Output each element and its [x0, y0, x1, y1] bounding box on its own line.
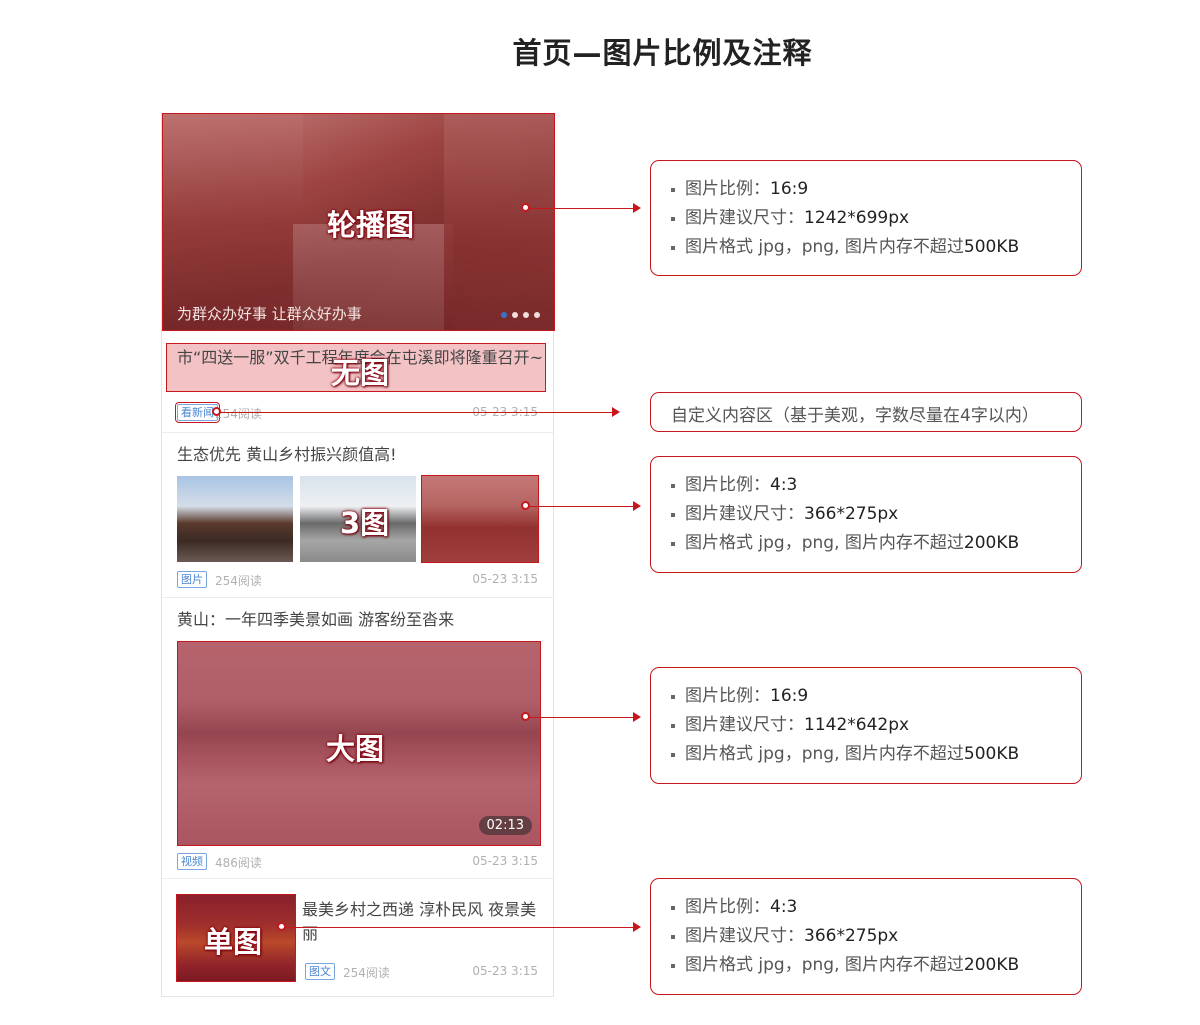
article-meta: 图文 254阅读 05-23 3:15 [305, 963, 538, 981]
spec-value: 4:3 [770, 897, 798, 917]
spec-value: 16:9 [770, 686, 809, 706]
connector-line [217, 412, 613, 413]
news-feed: 轮播图 为群众办好事 让群众好办事 市“四送一服”双千工程年度会在屯溪即将隆重召… [161, 113, 555, 997]
article-meta: 看新闻 254阅读 05-23 3:15 [175, 402, 538, 423]
carousel-dot[interactable] [501, 312, 507, 318]
article-thumbnail [177, 476, 293, 562]
carousel-dot[interactable] [534, 312, 540, 318]
spec-value: 500KB [963, 744, 1020, 764]
spec-value: 4:3 [770, 475, 798, 495]
spec-ratio: 图片比例：4:3 [669, 893, 1019, 922]
article-meta: 视频 486阅读 05-23 3:15 [177, 853, 538, 871]
connector-line [526, 506, 634, 507]
publish-time: 05-23 3:15 [472, 964, 538, 978]
anchor-dot [277, 922, 286, 931]
carousel-overlay-label: 轮播图 [327, 208, 415, 242]
custom-area-note: 自定义内容区（基于美观，字数尽量在4字以内） [671, 406, 1039, 426]
article-no-image[interactable]: 市“四送一服”双千工程年度会在屯溪即将隆重召开~ 无图 看新闻 254阅读 05… [162, 331, 553, 433]
article-big-image[interactable]: 黄山：一年四季美景如画 游客纷至沓来 02:13 大图 视频 486阅读 05-… [162, 598, 553, 879]
article-tag: 视频 [177, 853, 207, 870]
connector-line [282, 927, 634, 928]
annotation-big-image: 图片比例：16:9 图片建议尺寸：1142*642px 图片格式 jpg，png… [650, 667, 1082, 784]
arrow-head [633, 922, 641, 932]
no-image-overlay-label: 无图 [331, 356, 390, 390]
read-count: 254阅读 [343, 966, 390, 980]
spec-format: 图片格式 jpg，png, 图片内存不超过500KB [669, 233, 1019, 262]
arrow-head [633, 501, 641, 511]
article-tag: 图片 [177, 571, 207, 588]
spec-value: 366*275px [804, 504, 899, 524]
article-single-image[interactable]: 单图 最美乡村之西递 淳朴民风 夜景美丽 图文 254阅读 05-23 3:15 [162, 879, 553, 997]
carousel-dot[interactable] [512, 312, 518, 318]
spec-list: 图片比例：4:3 图片建议尺寸：366*275px 图片格式 jpg，png, … [669, 893, 1019, 980]
page-title: 首页—图片比例及注释 [512, 36, 813, 70]
spec-size: 图片建议尺寸：366*275px [669, 922, 1019, 951]
connector-line [526, 717, 634, 718]
spec-size: 图片建议尺寸：1242*699px [669, 204, 1019, 233]
spec-value: 16:9 [770, 179, 809, 199]
spec-value: 366*275px [804, 926, 899, 946]
big-image-overlay-label: 大图 [326, 732, 385, 766]
carousel-indicator[interactable] [501, 312, 540, 318]
carousel-caption: 为群众办好事 让群众好办事 [177, 305, 362, 323]
spec-size: 图片建议尺寸：366*275px [669, 500, 1019, 529]
anchor-dot [521, 203, 530, 212]
spec-value: 200KB [963, 955, 1020, 975]
spec-format: 图片格式 jpg，png, 图片内存不超过200KB [669, 529, 1019, 558]
spec-size: 图片建议尺寸：1142*642px [669, 711, 1019, 740]
spec-value: 200KB [963, 533, 1020, 553]
article-title: 最美乡村之西递 淳朴民风 夜景美丽 [302, 900, 537, 943]
spec-value: 1242*699px [804, 208, 910, 228]
article-three-images[interactable]: 生态优先 黄山乡村振兴颜值高! 3图 图片 254阅读 05-23 3:15 [162, 433, 553, 598]
spec-format: 图片格式 jpg，png, 图片内存不超过500KB [669, 740, 1019, 769]
publish-time: 05-23 3:15 [472, 572, 538, 586]
three-image-overlay-label: 3图 [340, 506, 390, 540]
publish-time: 05-23 3:15 [472, 854, 538, 868]
spec-ratio: 图片比例：16:9 [669, 175, 1019, 204]
connector-line [526, 208, 634, 209]
anchor-dot [521, 712, 530, 721]
annotation-custom-area: 自定义内容区（基于美观，字数尽量在4字以内） [650, 392, 1082, 432]
anchor-dot [212, 407, 221, 416]
thumbnail-tint [422, 476, 538, 562]
arrow-head [612, 407, 620, 417]
read-count: 254阅读 [215, 407, 262, 421]
video-duration: 02:13 [478, 816, 532, 835]
carousel-dot[interactable] [523, 312, 529, 318]
spec-ratio: 图片比例：16:9 [669, 682, 1019, 711]
spec-value: 1142*642px [804, 715, 910, 735]
read-count: 486阅读 [215, 856, 262, 870]
article-meta: 图片 254阅读 05-23 3:15 [177, 571, 538, 589]
single-image-overlay-label: 单图 [204, 925, 263, 959]
spec-format: 图片格式 jpg，png, 图片内存不超过200KB [669, 951, 1019, 980]
arrow-head [633, 712, 641, 722]
read-count: 254阅读 [215, 574, 262, 588]
carousel-banner[interactable]: 轮播图 为群众办好事 让群众好办事 [162, 113, 555, 331]
spec-list: 图片比例：4:3 图片建议尺寸：366*275px 图片格式 jpg，png, … [669, 471, 1019, 558]
annotation-three-images: 图片比例：4:3 图片建议尺寸：366*275px 图片格式 jpg，png, … [650, 456, 1082, 573]
article-title: 黄山：一年四季美景如画 游客纷至沓来 [177, 610, 455, 629]
spec-list: 图片比例：16:9 图片建议尺寸：1142*642px 图片格式 jpg，png… [669, 682, 1019, 769]
spec-ratio: 图片比例：4:3 [669, 471, 1019, 500]
spec-list: 图片比例：16:9 图片建议尺寸：1242*699px 图片格式 jpg，png… [669, 175, 1019, 262]
arrow-head [633, 203, 641, 213]
article-thumbnail [421, 475, 539, 563]
article-tag: 图文 [305, 963, 335, 980]
spec-value: 500KB [963, 237, 1020, 257]
article-title: 生态优先 黄山乡村振兴颜值高! [177, 445, 397, 464]
anchor-dot [521, 501, 530, 510]
annotation-single-image: 图片比例：4:3 图片建议尺寸：366*275px 图片格式 jpg，png, … [650, 878, 1082, 995]
annotation-carousel: 图片比例：16:9 图片建议尺寸：1242*699px 图片格式 jpg，png… [650, 160, 1082, 276]
